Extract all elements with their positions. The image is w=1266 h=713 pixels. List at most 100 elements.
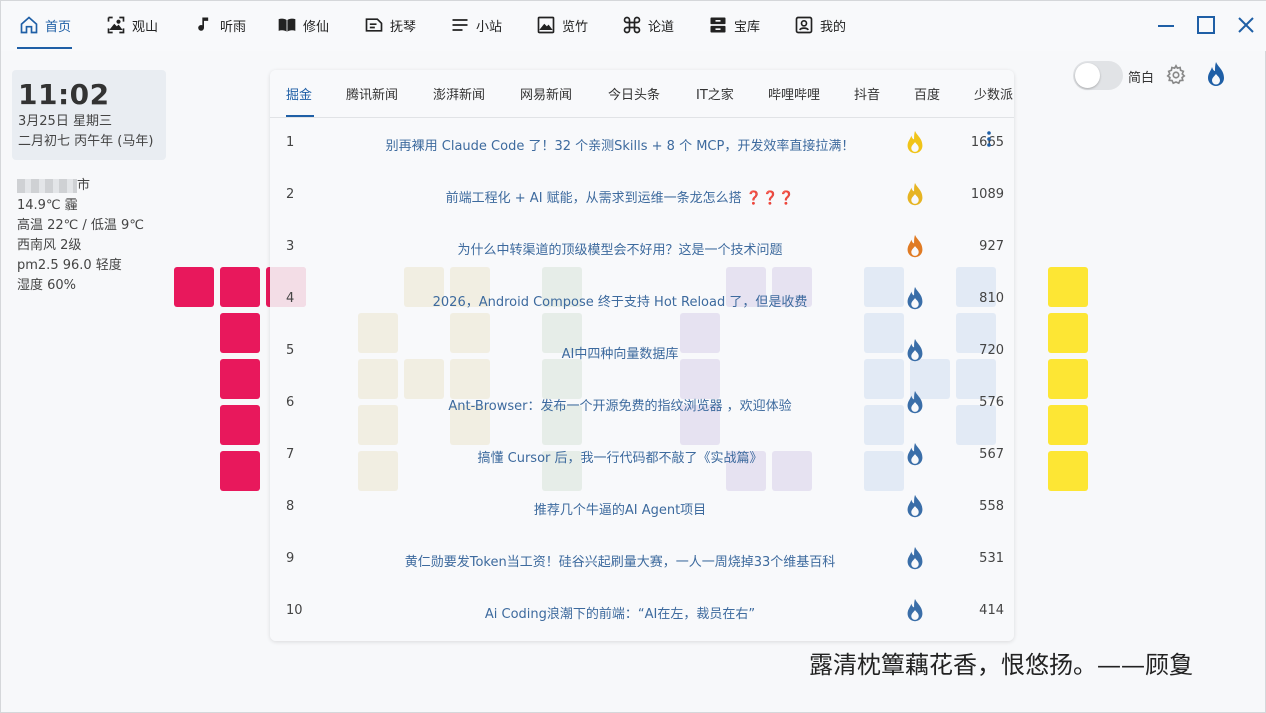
news-heat-score: 810 [979,291,1004,306]
news-row[interactable]: 3 为什么中转渠道的顶级模型会不好用？这是一个技术问题 927 [270,222,1014,274]
news-heat-score: 720 [979,343,1004,358]
flame-icon [907,182,923,206]
news-title[interactable]: 别再裸用 Claude Code 了！32 个亲测Skills + 8 个 MC… [310,135,930,154]
nav-item-guanshan[interactable]: 观山 [106,1,158,49]
maximize-icon [1197,16,1215,34]
news-source-tabs: 掘金 腾讯新闻 澎湃新闻 网易新闻 今日头条 IT之家 哔哩哔哩 抖音 百度 少… [270,70,1014,118]
news-heat-score: 927 [979,239,1004,254]
home-icon [20,16,38,34]
settings-button[interactable] [1165,64,1187,86]
weather-range: 高温 22℃ / 低温 9℃ [17,218,144,233]
nav-item-baoku[interactable]: 宝库 [708,1,760,49]
news-heat-score: 414 [979,603,1004,618]
tab-baidu[interactable]: 百度 [914,84,940,103]
news-rank: 8 [286,499,295,514]
tetris-block [1048,405,1088,445]
news-title[interactable]: 推荐几个牛逼的AI Agent项目 [310,499,930,518]
news-row[interactable]: 1 别再裸用 Claude Code 了！32 个亲测Skills + 8 个 M… [270,118,1014,170]
tab-bilibili[interactable]: 哔哩哔哩 [768,84,820,103]
clock-card: 11:02 3月25日 星期三 二月初七 丙午年 (马年) [12,70,166,160]
clock-lunar-date: 二月初七 丙午年 (马年) [18,134,154,149]
nav-label: 小站 [476,19,503,35]
nav-item-xiaozhan[interactable]: 小站 [450,1,502,49]
news-heat-score: 567 [979,447,1004,462]
news-rank: 5 [286,343,295,358]
news-title[interactable]: 为什么中转渠道的顶级模型会不好用？这是一个技术问题 [310,239,930,258]
weather-wind: 西南风 2级 [17,238,82,253]
clock-time: 11:02 [18,78,110,111]
nav-label: 览竹 [562,19,589,35]
hot-list-button[interactable] [1205,61,1227,89]
news-title[interactable]: AI中四种向量数据库 [310,343,930,362]
note-card-icon [365,18,383,32]
nav-item-lundao[interactable]: 论道 [622,1,674,49]
more-vertical-icon[interactable] [982,130,996,148]
news-rank: 3 [286,239,295,254]
news-row[interactable]: 5 AI中四种向量数据库 720 [270,326,1014,378]
tetris-block [1048,359,1088,399]
nav-item-xiuxian[interactable]: 修仙 [277,1,329,49]
flame-icon [907,546,923,570]
news-rank: 7 [286,447,295,462]
nav-label: 抚琴 [390,19,417,35]
language-toggle[interactable] [1073,61,1123,90]
news-title[interactable]: 2026，Android Compose 终于支持 Hot Reload 了，但… [310,291,930,310]
tab-douyin[interactable]: 抖音 [854,84,880,103]
tab-ithome[interactable]: IT之家 [696,84,734,103]
tetris-block [1048,451,1088,491]
poem-quote: 露清枕簟藕花香，恨悠扬。——顾夐 [809,651,1193,679]
nav-item-tingyu[interactable]: 听雨 [194,1,246,49]
tab-tencent-news[interactable]: 腾讯新闻 [346,84,398,103]
news-row[interactable]: 7 搞懂 Cursor 后，我一行代码都不敲了《实战篇》 567 [270,430,1014,482]
news-rank: 2 [286,187,295,202]
language-toggle-label: 简白 [1128,71,1155,86]
tab-active-indicator [286,115,314,117]
news-row[interactable]: 9 黄仁勋要发Token当工资！硅谷兴起刷量大赛，一人一周烧掉33个维基百科 531 [270,534,1014,586]
minimize-icon [1158,25,1174,27]
flame-icon [907,130,923,154]
news-row[interactable]: 2 前端工程化 + AI 赋能，从需求到运维一条龙怎么搭 ❓❓❓ 1089 [270,170,1014,222]
news-rank: 10 [286,603,303,618]
nav-label: 观山 [132,19,159,35]
news-rank: 4 [286,291,295,306]
news-title[interactable]: 黄仁勋要发Token当工资！硅谷兴起刷量大赛，一人一周烧掉33个维基百科 [310,551,930,570]
tetris-block [1048,313,1088,353]
nav-item-lanzhu[interactable]: 览竹 [536,1,588,49]
weather-pm: pm2.5 96.0 轻度 [17,258,122,273]
close-button[interactable] [1235,14,1257,36]
minimize-button[interactable] [1155,14,1177,36]
book-icon [278,18,296,32]
nav-item-fuqin[interactable]: 抚琴 [364,1,416,49]
top-nav: 首页 观山 听雨 修仙 抚琴 小站 览竹 论道 宝库 我的 [1,1,1266,51]
close-icon [1238,17,1254,33]
flame-icon [907,494,923,518]
news-title[interactable]: Ant-Browser：发布一个开源免费的指纹浏览器 ，欢迎体验 [310,395,930,414]
tab-thepaper[interactable]: 澎湃新闻 [433,84,485,103]
clock-date: 3月25日 星期三 [18,114,112,129]
news-heat-score: 531 [979,551,1004,566]
flame-icon [907,442,923,466]
news-title[interactable]: 前端工程化 + AI 赋能，从需求到运维一条龙怎么搭 ❓❓❓ [310,187,930,206]
tab-toutiao[interactable]: 今日头条 [608,84,660,103]
tab-juejin[interactable]: 掘金 [286,84,312,103]
blurred-city-name [17,178,77,193]
command-icon [623,16,641,34]
hot-news-panel: 掘金 腾讯新闻 澎湃新闻 网易新闻 今日头条 IT之家 哔哩哔哩 抖音 百度 少… [270,70,1014,641]
picture-icon [537,16,555,34]
news-title[interactable]: Ai Coding浪潮下的前端：“AI在左，裁员在右” [310,603,930,622]
flame-icon [907,234,923,258]
image-icon [107,16,125,34]
flame-icon [1208,62,1224,86]
tab-netease-news[interactable]: 网易新闻 [520,84,572,103]
news-row[interactable]: 8 推荐几个牛逼的AI Agent项目 558 [270,482,1014,534]
news-title[interactable]: 搞懂 Cursor 后，我一行代码都不敲了《实战篇》 [310,447,930,466]
tetris-block [220,267,260,307]
nav-item-home[interactable]: 首页 [19,1,71,49]
tetris-block [220,359,260,399]
news-row[interactable]: 6 Ant-Browser：发布一个开源免费的指纹浏览器 ，欢迎体验 576 [270,378,1014,430]
news-row[interactable]: 10 Ai Coding浪潮下的前端：“AI在左，裁员在右” 414 [270,586,1014,638]
maximize-button[interactable] [1195,14,1217,36]
news-row[interactable]: 4 2026，Android Compose 终于支持 Hot Reload 了，… [270,274,1014,326]
nav-item-wode[interactable]: 我的 [794,1,846,49]
tab-sspai[interactable]: 少数派 [974,84,1013,103]
